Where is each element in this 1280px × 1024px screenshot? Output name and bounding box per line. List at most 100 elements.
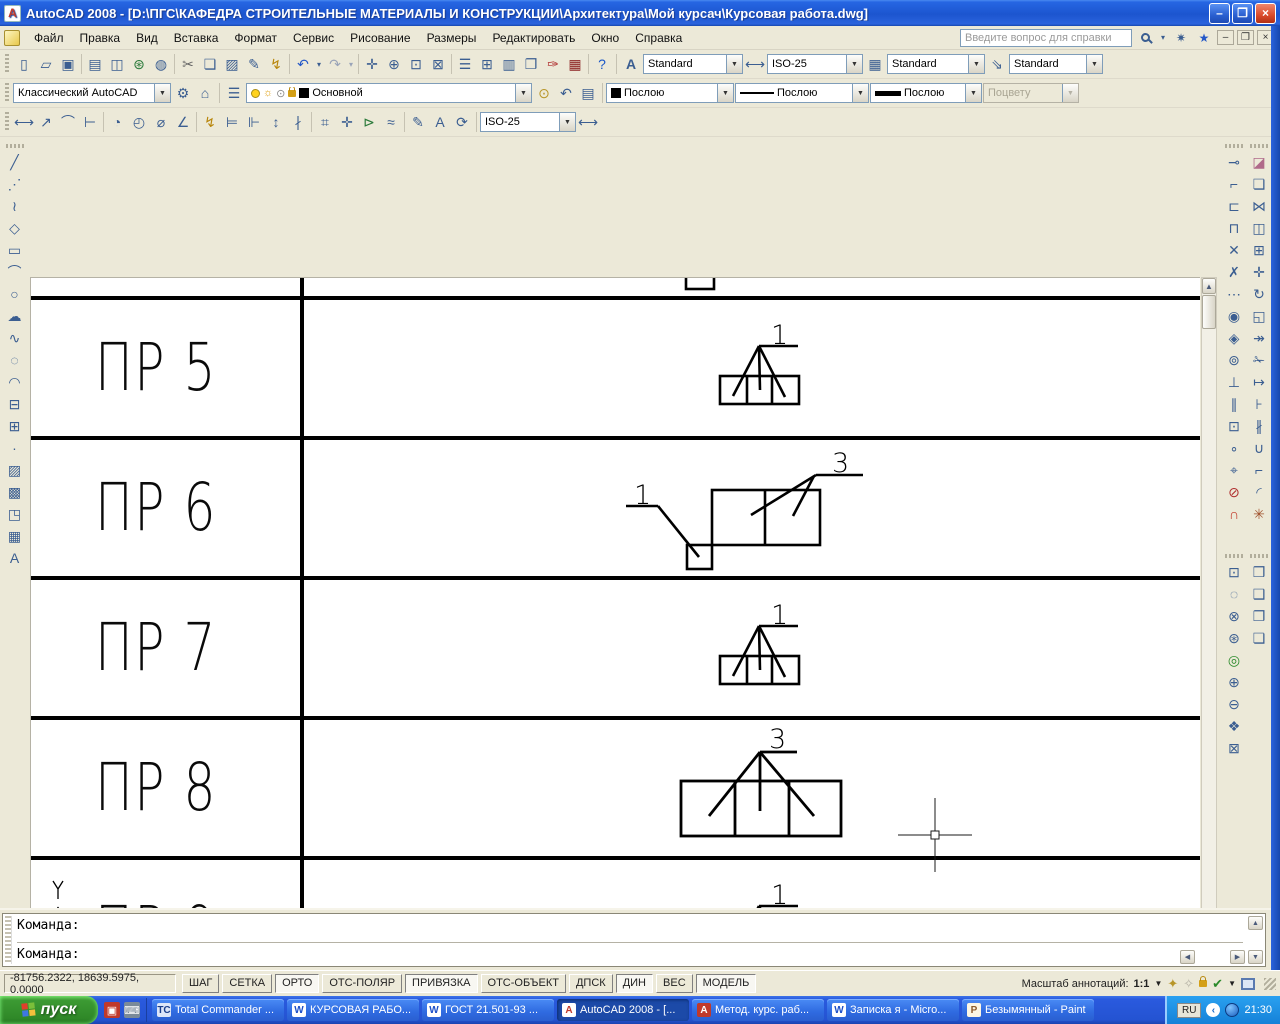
- taskbar-task-Метод. курс. раб...[interactable]: A Метод. курс. раб...: [692, 999, 824, 1021]
- menu-item-Рисование[interactable]: Рисование: [342, 28, 418, 48]
- my-workspace-icon[interactable]: ⌂: [194, 82, 216, 104]
- status-toggle-ДИН[interactable]: ДИН: [615, 974, 654, 993]
- stretch-icon[interactable]: ↠: [1248, 327, 1270, 349]
- layer-previous-icon[interactable]: ↶: [555, 82, 577, 104]
- resize-grip[interactable]: [1264, 977, 1276, 990]
- properties-icon[interactable]: ☰: [454, 53, 476, 75]
- snap-to-perpendicular-icon[interactable]: ⊥: [1223, 371, 1245, 393]
- tolerance-icon[interactable]: ⌗: [314, 111, 336, 133]
- annotation-visibility-icon[interactable]: ✦: [1167, 976, 1178, 992]
- dim-update-icon[interactable]: ⟳: [451, 111, 473, 133]
- dim-break-icon[interactable]: ∤: [287, 111, 309, 133]
- tool-palettes-icon[interactable]: ▥: [498, 53, 520, 75]
- status-toggle-ВЕС[interactable]: ВЕС: [656, 974, 693, 993]
- make-block-icon[interactable]: ⊞: [4, 415, 26, 437]
- workspace-settings-icon[interactable]: ⚙: [172, 82, 194, 104]
- mirror-icon[interactable]: ⋈: [1248, 195, 1270, 217]
- rectangle-icon[interactable]: ▭: [4, 239, 26, 261]
- erase-icon[interactable]: ◪: [1248, 151, 1270, 173]
- maximize-button[interactable]: ❐: [1232, 2, 1253, 24]
- zoom-object-icon[interactable]: ◎: [1223, 649, 1245, 671]
- zoom-center-icon[interactable]: ⊛: [1223, 627, 1245, 649]
- dwf-icon[interactable]: ◍: [150, 53, 172, 75]
- row-label-ПР-7[interactable]: ПР 7: [95, 610, 217, 686]
- favorites-star-icon[interactable]: ★: [1194, 29, 1214, 47]
- linetype-combo[interactable]: Послою ▼: [735, 83, 869, 103]
- status-toggle-ОТС-ОБЪЕКТ[interactable]: ОТС-ОБЪЕКТ: [480, 974, 566, 993]
- scrollbar-thumb[interactable]: [1202, 295, 1216, 329]
- taskbar-task-Записка я - Micro...[interactable]: W Записка я - Micro...: [827, 999, 959, 1021]
- quick-launch-disk-icon[interactable]: ▣: [104, 1002, 120, 1018]
- bring-to-front-icon[interactable]: ❒: [1248, 561, 1270, 583]
- search-dropdown-icon[interactable]: ▾: [1158, 29, 1168, 47]
- status-toggle-ШАГ[interactable]: ШАГ: [182, 974, 220, 993]
- toolbar-grip[interactable]: [1250, 554, 1268, 558]
- taskbar-task-Total Commander ...[interactable]: TC Total Commander ...: [152, 999, 284, 1021]
- menu-item-Справка[interactable]: Справка: [627, 28, 690, 48]
- symbol-pr7[interactable]: 1: [718, 600, 801, 686]
- quickcalc-icon[interactable]: ▦: [564, 53, 586, 75]
- dim-text-edit-icon[interactable]: A: [429, 111, 451, 133]
- bring-above-objects-icon[interactable]: ❐: [1248, 605, 1270, 627]
- line-icon[interactable]: ╱: [4, 151, 26, 173]
- search-icon[interactable]: [1135, 29, 1155, 47]
- menu-item-Редактировать[interactable]: Редактировать: [484, 28, 583, 48]
- mdi-restore-button[interactable]: ❐: [1237, 30, 1254, 45]
- undo-split-arrow-icon[interactable]: ▾: [314, 53, 324, 75]
- snap-to-apparent-intersection-icon[interactable]: ✗: [1223, 261, 1245, 283]
- coordinates-readout[interactable]: -81756.2322, 18639.5975, 0.0000: [4, 972, 176, 996]
- join-icon[interactable]: ∪: [1248, 437, 1270, 459]
- annotation-scale-value[interactable]: 1:1: [1134, 978, 1150, 990]
- zoom-window-icon[interactable]: ⊡: [405, 53, 427, 75]
- mdi-minimize-button[interactable]: –: [1217, 30, 1234, 45]
- save-icon[interactable]: ▣: [57, 53, 79, 75]
- text-style-combo[interactable]: Standard ▼: [643, 54, 743, 74]
- zoom-dynamic-icon[interactable]: ◌: [1223, 583, 1245, 605]
- offset-icon[interactable]: ◫: [1248, 217, 1270, 239]
- dim-jogged-linear-icon[interactable]: ≈: [380, 111, 402, 133]
- tray-app-icon[interactable]: [1225, 1003, 1240, 1017]
- sheet-set-manager-icon[interactable]: ❐: [520, 53, 542, 75]
- arc-icon[interactable]: ⌒: [4, 261, 26, 283]
- taskbar-task-AutoCAD 2008 - [...[interactable]: A AutoCAD 2008 - [...: [557, 999, 689, 1021]
- annotation-scale-dropdown-icon[interactable]: ▼: [1154, 979, 1162, 988]
- symbol-pr5[interactable]: 1: [718, 320, 801, 406]
- status-toggle-МОДЕЛЬ[interactable]: МОДЕЛЬ: [695, 974, 757, 993]
- point-icon[interactable]: ·: [4, 437, 26, 459]
- command-input-line[interactable]: Команда:: [17, 947, 1243, 967]
- symbol-pr6[interactable]: 1 3: [626, 448, 863, 571]
- break-icon[interactable]: ∦: [1248, 415, 1270, 437]
- zoom-window-tool-icon[interactable]: ⊡: [1223, 561, 1245, 583]
- undo-icon[interactable]: ↶: [292, 53, 314, 75]
- row-label-ПР-6[interactable]: ПР 6: [95, 470, 217, 546]
- help-search-input[interactable]: [960, 28, 1132, 47]
- menu-item-Окно[interactable]: Окно: [583, 28, 627, 48]
- multiline-text-icon[interactable]: A: [4, 547, 26, 569]
- scroll-up-icon[interactable]: ▲: [1202, 278, 1216, 294]
- plot-preview-icon[interactable]: ◫: [106, 53, 128, 75]
- new-icon[interactable]: ▯: [13, 53, 35, 75]
- construction-line-icon[interactable]: ⋰: [4, 173, 26, 195]
- spline-icon[interactable]: ∿: [4, 327, 26, 349]
- zoom-extents-icon[interactable]: ⊠: [1223, 737, 1245, 759]
- row-label-ПР-8[interactable]: ПР 8: [95, 750, 217, 826]
- rotate-icon[interactable]: ↻: [1248, 283, 1270, 305]
- center-mark-icon[interactable]: ✛: [336, 111, 358, 133]
- snap-to-tangent-icon[interactable]: ⊚: [1223, 349, 1245, 371]
- multileader-style-combo[interactable]: Standard ▼: [1009, 54, 1103, 74]
- toolbar-grip[interactable]: [1250, 144, 1268, 148]
- dim-edit-icon[interactable]: ✎: [407, 111, 429, 133]
- help-icon[interactable]: ?: [591, 53, 613, 75]
- color-combo[interactable]: Послою ▼: [606, 83, 734, 103]
- publish-icon[interactable]: ⊛: [128, 53, 150, 75]
- menu-item-Вид[interactable]: Вид: [128, 28, 166, 48]
- minimize-button[interactable]: –: [1209, 2, 1230, 24]
- dim-inspect-icon[interactable]: ⊳: [358, 111, 380, 133]
- trim-icon[interactable]: ✁: [1248, 349, 1270, 371]
- extend-icon[interactable]: ↦: [1248, 371, 1270, 393]
- language-indicator[interactable]: RU: [1177, 1002, 1202, 1018]
- toolbar-lock-icon[interactable]: [1199, 976, 1208, 987]
- communication-center-icon[interactable]: ✷: [1171, 29, 1191, 47]
- redo-icon[interactable]: ↷: [324, 53, 346, 75]
- zoom-previous-icon[interactable]: ⊠: [427, 53, 449, 75]
